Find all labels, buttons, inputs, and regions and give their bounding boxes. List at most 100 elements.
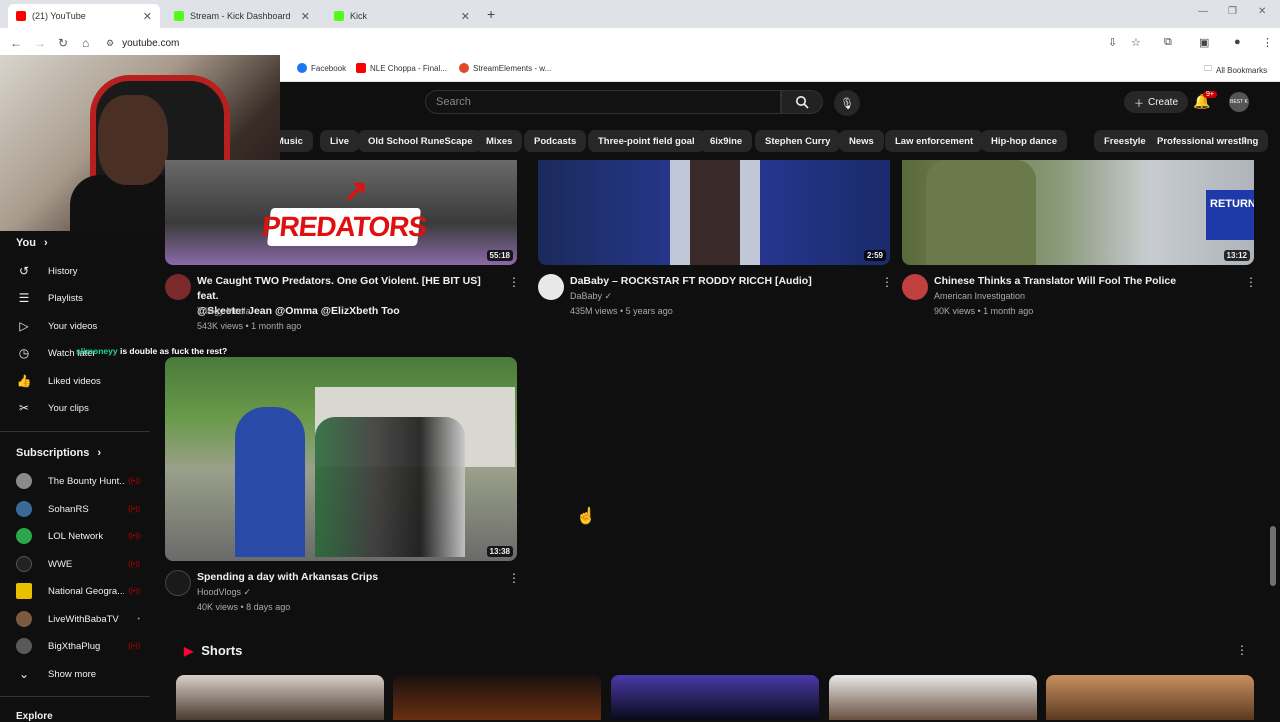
site-info-icon[interactable]: ⚙ — [106, 38, 114, 49]
show-more-button[interactable]: ⌄ Show more — [16, 664, 146, 684]
bookmark-star-icon[interactable]: ☆ — [1131, 36, 1141, 49]
tab-kick[interactable]: Kick ✕ — [326, 4, 478, 28]
chip-live[interactable]: Live — [320, 130, 360, 152]
bookmark-streamelements[interactable]: StreamElements - w... — [459, 63, 551, 73]
minimize-icon[interactable]: — — [1198, 6, 1208, 17]
create-button[interactable]: ＋ Create — [1124, 91, 1189, 113]
chip-6ix9ine[interactable]: 6ix9ine — [700, 130, 753, 152]
subscription-sohanrs[interactable]: SohanRS ((•)) — [16, 499, 140, 519]
avatar[interactable]: BEST K — [1229, 92, 1249, 112]
sidebar-item-playlists[interactable]: ☰ Playlists — [16, 288, 146, 308]
video-title[interactable]: Chinese Thinks a Translator Will Fool Th… — [934, 274, 1234, 289]
close-icon[interactable]: ✕ — [301, 10, 310, 23]
subscription-wwe[interactable]: WWE ((•)) — [16, 554, 140, 574]
video-title[interactable]: DaBaby – ROCKSTAR FT RODDY RICCH [Audio] — [570, 274, 870, 289]
channel-avatar[interactable] — [165, 570, 191, 596]
your-videos-icon: ▷ — [19, 319, 29, 333]
subscription-the-bounty-hunt[interactable]: The Bounty Hunt... ((•)) — [16, 471, 140, 491]
video-title[interactable]: Spending a day with Arkansas Crips — [197, 570, 497, 585]
chip-old-school-runescape[interactable]: Old School RuneScape — [358, 130, 483, 152]
sidebar-subscriptions[interactable]: Subscriptions › — [16, 447, 101, 459]
short-thumbnail[interactable] — [1046, 675, 1254, 720]
tab-label: Kick — [350, 11, 368, 21]
address-bar[interactable]: ⚙ youtube.com — [106, 33, 1106, 53]
side-panel-icon[interactable]: ▣ — [1199, 36, 1209, 49]
close-icon[interactable]: ✕ — [143, 10, 152, 23]
sidebar-item-your-clips[interactable]: ✂ Your clips — [16, 398, 146, 418]
sidebar-you[interactable]: You › — [16, 237, 48, 249]
bookmark-facebook[interactable]: Facebook — [297, 63, 346, 73]
avatar — [16, 638, 32, 654]
chevron-right-icon: › — [43, 237, 48, 249]
restore-icon[interactable]: ❐ — [1228, 6, 1237, 17]
new-tab-icon[interactable]: + — [487, 6, 495, 22]
title-line: DaBaby – ROCKSTAR FT RODDY RICCH [Audio] — [570, 275, 812, 287]
chip-mixes[interactable]: Mixes — [476, 130, 523, 152]
short-thumbnail[interactable] — [393, 675, 601, 720]
chip-law-enforcement[interactable]: Law enforcement — [885, 130, 984, 152]
tab-youtube[interactable]: (21) YouTube ✕ — [8, 4, 160, 28]
install-icon[interactable]: ⇩ — [1108, 36, 1117, 49]
sidebar-item-label: History — [48, 265, 78, 277]
video-thumbnail[interactable]: RETURN 13:12 — [902, 160, 1254, 265]
subscription-national-geographic[interactable]: National Geogra... ((•)) — [16, 581, 140, 601]
channel-name[interactable]: Trilogy Media — [197, 304, 251, 319]
reload-icon[interactable]: ↻ — [58, 36, 68, 50]
short-thumbnail[interactable] — [829, 675, 1037, 720]
more-options-icon[interactable]: ⋮ — [508, 275, 520, 289]
window-close-icon[interactable]: ✕ — [1258, 6, 1266, 17]
chevron-right-icon[interactable]: › — [1243, 132, 1247, 146]
chip-music[interactable]: Music — [280, 130, 313, 152]
divider — [0, 431, 150, 432]
explore-label: Explore — [16, 711, 53, 722]
bookmark-nle-choppa[interactable]: NLE Choppa - Final... — [356, 63, 447, 73]
scrollbar[interactable] — [1270, 526, 1276, 586]
back-icon[interactable]: ← — [10, 36, 22, 50]
new-content-dot: • — [137, 615, 140, 623]
chip-podcasts[interactable]: Podcasts — [524, 130, 587, 152]
channel-name[interactable]: HoodVlogs ✓ — [197, 585, 251, 600]
search-button[interactable] — [781, 90, 823, 114]
short-thumbnail[interactable] — [176, 675, 384, 720]
channel-name[interactable]: American Investigation — [934, 289, 1025, 304]
more-options-icon[interactable]: ⋮ — [508, 571, 520, 585]
search-input[interactable]: Search — [425, 90, 781, 114]
tab-kick-dashboard[interactable]: Stream - Kick Dashboard ✕ — [166, 4, 318, 28]
subscription-livewithbabatv[interactable]: LiveWithBabaTV • — [16, 609, 140, 629]
channel-avatar[interactable] — [538, 274, 564, 300]
home-icon[interactable]: ⌂ — [82, 36, 89, 50]
chip-three-point-field-goal[interactable]: Three-point field goal — [588, 130, 705, 152]
sidebar-item-history[interactable]: ↺ History — [16, 261, 146, 281]
channel-avatar[interactable] — [902, 274, 928, 300]
close-icon[interactable]: ✕ — [461, 10, 470, 23]
channel-avatar[interactable] — [165, 274, 191, 300]
menu-icon[interactable]: ⋮ — [1262, 36, 1273, 49]
subscription-bigxthaplug[interactable]: BigXthaPlug ((•)) — [16, 636, 140, 656]
sidebar-item-label: Liked videos — [48, 375, 101, 387]
chip-news[interactable]: News — [839, 130, 884, 152]
more-options-icon[interactable]: ⋮ — [1236, 643, 1248, 657]
more-options-icon[interactable]: ⋮ — [1245, 275, 1257, 289]
chip-professional-wrestling[interactable]: Professional wrestling — [1147, 130, 1269, 152]
thumbnail-sign: RETURN — [1206, 190, 1254, 240]
video-thumbnail[interactable]: 13:38 — [165, 357, 517, 561]
shorts-title: Shorts — [201, 643, 243, 658]
sidebar-item-liked-videos[interactable]: 👍 Liked videos — [16, 371, 146, 391]
profile-icon[interactable]: ● — [1234, 36, 1241, 48]
avatar — [16, 611, 32, 627]
forward-icon[interactable]: → — [34, 36, 46, 50]
chip-hip-hop-dance[interactable]: Hip-hop dance — [981, 130, 1067, 152]
extensions-icon[interactable]: ⧉ — [1164, 36, 1172, 49]
search-icon — [796, 96, 809, 109]
video-thumbnail[interactable]: 2:59 — [538, 160, 890, 265]
short-thumbnail[interactable] — [611, 675, 819, 720]
more-options-icon[interactable]: ⋮ — [881, 275, 893, 289]
subscription-lol-network[interactable]: LOL Network ((•)) — [16, 526, 140, 546]
video-thumbnail[interactable]: PREDATORS ↗ 55:18 — [165, 160, 517, 265]
sidebar-item-your-videos[interactable]: ▷ Your videos — [16, 316, 146, 336]
all-bookmarks[interactable]: 🗀 All Bookmarks — [1204, 63, 1267, 77]
chip-stephen-curry[interactable]: Stephen Curry — [755, 130, 841, 152]
voice-search-button[interactable]: 🎙 — [834, 90, 860, 116]
sidebar-item-label: Your clips — [48, 402, 89, 414]
channel-name[interactable]: DaBaby ✓ — [570, 289, 612, 304]
